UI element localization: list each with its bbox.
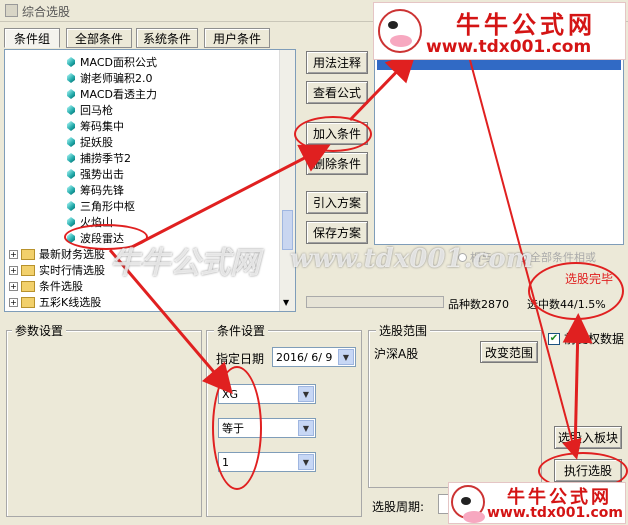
logo-url: www.tdx001.com	[426, 37, 592, 57]
logo-url: www.tdx001.com	[487, 505, 624, 521]
annotation-arrow	[348, 51, 417, 122]
annotation-arrow	[129, 144, 331, 250]
watermark-url: www.tdx001.com	[290, 244, 534, 274]
cow-mascot-icon	[378, 9, 422, 53]
watermark-text: 牛牛公式网	[110, 246, 260, 281]
logo-top: 牛牛公式网 www.tdx001.com	[373, 2, 626, 60]
logo-title: 牛牛公式网	[456, 10, 596, 39]
logo-bottom: 牛牛公式网 www.tdx001.com	[448, 482, 626, 524]
cow-mascot-icon	[451, 485, 485, 523]
annotation-arrow	[562, 313, 593, 456]
